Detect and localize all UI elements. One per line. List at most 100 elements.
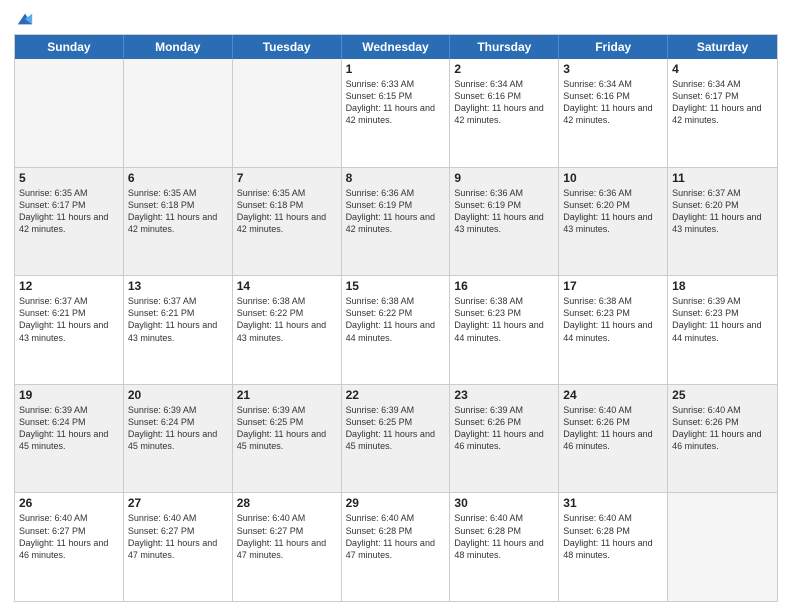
calendar-header-cell: Thursday	[450, 35, 559, 59]
day-info: Sunrise: 6:38 AMSunset: 6:22 PMDaylight:…	[346, 295, 446, 344]
logo-icon	[16, 10, 34, 28]
day-info: Sunrise: 6:40 AMSunset: 6:26 PMDaylight:…	[672, 404, 773, 453]
day-number: 12	[19, 279, 119, 293]
day-info: Sunrise: 6:36 AMSunset: 6:19 PMDaylight:…	[454, 187, 554, 236]
calendar-day-cell	[668, 493, 777, 601]
day-info: Sunrise: 6:38 AMSunset: 6:22 PMDaylight:…	[237, 295, 337, 344]
day-number: 8	[346, 171, 446, 185]
calendar-day-cell: 7 Sunrise: 6:35 AMSunset: 6:18 PMDaylight…	[233, 168, 342, 276]
day-number: 31	[563, 496, 663, 510]
day-info: Sunrise: 6:38 AMSunset: 6:23 PMDaylight:…	[563, 295, 663, 344]
day-number: 14	[237, 279, 337, 293]
calendar-day-cell: 8 Sunrise: 6:36 AMSunset: 6:19 PMDaylight…	[342, 168, 451, 276]
calendar-week-row: 1Sunrise: 6:33 AMSunset: 6:15 PMDaylight…	[15, 59, 777, 168]
day-info: Sunrise: 6:40 AMSunset: 6:27 PMDaylight:…	[237, 512, 337, 561]
header	[14, 10, 778, 28]
day-number: 2	[454, 62, 554, 76]
day-number: 17	[563, 279, 663, 293]
calendar-day-cell: 20 Sunrise: 6:39 AMSunset: 6:24 PMDayligh…	[124, 385, 233, 493]
day-info: Sunrise: 6:40 AMSunset: 6:26 PMDaylight:…	[563, 404, 663, 453]
calendar-header-cell: Friday	[559, 35, 668, 59]
day-info: Sunrise: 6:34 AMSunset: 6:16 PMDaylight:…	[454, 78, 554, 127]
calendar-header-cell: Saturday	[668, 35, 777, 59]
day-info: Sunrise: 6:37 AMSunset: 6:21 PMDaylight:…	[128, 295, 228, 344]
day-info: Sunrise: 6:36 AMSunset: 6:19 PMDaylight:…	[346, 187, 446, 236]
calendar-day-cell: 18 Sunrise: 6:39 AMSunset: 6:23 PMDayligh…	[668, 276, 777, 384]
calendar-day-cell: 14 Sunrise: 6:38 AMSunset: 6:22 PMDayligh…	[233, 276, 342, 384]
day-info: Sunrise: 6:37 AMSunset: 6:20 PMDaylight:…	[672, 187, 773, 236]
day-info: Sunrise: 6:40 AMSunset: 6:27 PMDaylight:…	[19, 512, 119, 561]
calendar-day-cell: 25Sunrise: 6:40 AMSunset: 6:26 PMDayligh…	[668, 385, 777, 493]
calendar-day-cell	[233, 59, 342, 167]
calendar-day-cell: 11 Sunrise: 6:37 AMSunset: 6:20 PMDayligh…	[668, 168, 777, 276]
calendar-day-cell: 10Sunrise: 6:36 AMSunset: 6:20 PMDayligh…	[559, 168, 668, 276]
calendar-day-cell: 30Sunrise: 6:40 AMSunset: 6:28 PMDayligh…	[450, 493, 559, 601]
calendar-day-cell: 3 Sunrise: 6:34 AMSunset: 6:16 PMDaylight…	[559, 59, 668, 167]
day-number: 13	[128, 279, 228, 293]
calendar-day-cell: 17 Sunrise: 6:38 AMSunset: 6:23 PMDayligh…	[559, 276, 668, 384]
calendar-day-cell: 23 Sunrise: 6:39 AMSunset: 6:26 PMDayligh…	[450, 385, 559, 493]
calendar-body: 1Sunrise: 6:33 AMSunset: 6:15 PMDaylight…	[15, 59, 777, 601]
day-number: 11	[672, 171, 773, 185]
day-number: 23	[454, 388, 554, 402]
day-info: Sunrise: 6:40 AMSunset: 6:28 PMDaylight:…	[563, 512, 663, 561]
day-info: Sunrise: 6:39 AMSunset: 6:25 PMDaylight:…	[237, 404, 337, 453]
day-info: Sunrise: 6:35 AMSunset: 6:17 PMDaylight:…	[19, 187, 119, 236]
page: SundayMondayTuesdayWednesdayThursdayFrid…	[0, 0, 792, 612]
day-info: Sunrise: 6:37 AMSunset: 6:21 PMDaylight:…	[19, 295, 119, 344]
calendar-day-cell: 15Sunrise: 6:38 AMSunset: 6:22 PMDayligh…	[342, 276, 451, 384]
day-number: 19	[19, 388, 119, 402]
calendar-day-cell: 26 Sunrise: 6:40 AMSunset: 6:27 PMDayligh…	[15, 493, 124, 601]
calendar-day-cell: 1Sunrise: 6:33 AMSunset: 6:15 PMDaylight…	[342, 59, 451, 167]
day-info: Sunrise: 6:35 AMSunset: 6:18 PMDaylight:…	[128, 187, 228, 236]
calendar-day-cell	[124, 59, 233, 167]
calendar-day-cell: 12 Sunrise: 6:37 AMSunset: 6:21 PMDayligh…	[15, 276, 124, 384]
day-number: 6	[128, 171, 228, 185]
day-number: 4	[672, 62, 773, 76]
day-info: Sunrise: 6:34 AMSunset: 6:17 PMDaylight:…	[672, 78, 773, 127]
calendar-day-cell: 6 Sunrise: 6:35 AMSunset: 6:18 PMDaylight…	[124, 168, 233, 276]
day-number: 22	[346, 388, 446, 402]
calendar-header-cell: Wednesday	[342, 35, 451, 59]
calendar-day-cell: 31 Sunrise: 6:40 AMSunset: 6:28 PMDayligh…	[559, 493, 668, 601]
day-number: 29	[346, 496, 446, 510]
day-info: Sunrise: 6:36 AMSunset: 6:20 PMDaylight:…	[563, 187, 663, 236]
calendar-day-cell: 4 Sunrise: 6:34 AMSunset: 6:17 PMDaylight…	[668, 59, 777, 167]
calendar-header-cell: Monday	[124, 35, 233, 59]
day-number: 16	[454, 279, 554, 293]
calendar-header-row: SundayMondayTuesdayWednesdayThursdayFrid…	[15, 35, 777, 59]
calendar-day-cell: 9Sunrise: 6:36 AMSunset: 6:19 PMDaylight…	[450, 168, 559, 276]
calendar-day-cell: 28 Sunrise: 6:40 AMSunset: 6:27 PMDayligh…	[233, 493, 342, 601]
calendar-day-cell: 2 Sunrise: 6:34 AMSunset: 6:16 PMDaylight…	[450, 59, 559, 167]
calendar-week-row: 19 Sunrise: 6:39 AMSunset: 6:24 PMDayligh…	[15, 385, 777, 494]
day-info: Sunrise: 6:34 AMSunset: 6:16 PMDaylight:…	[563, 78, 663, 127]
calendar-week-row: 12 Sunrise: 6:37 AMSunset: 6:21 PMDayligh…	[15, 276, 777, 385]
day-number: 3	[563, 62, 663, 76]
day-number: 26	[19, 496, 119, 510]
calendar-day-cell: 13 Sunrise: 6:37 AMSunset: 6:21 PMDayligh…	[124, 276, 233, 384]
day-number: 27	[128, 496, 228, 510]
calendar-day-cell: 5 Sunrise: 6:35 AMSunset: 6:17 PMDaylight…	[15, 168, 124, 276]
day-number: 18	[672, 279, 773, 293]
calendar-day-cell: 22 Sunrise: 6:39 AMSunset: 6:25 PMDayligh…	[342, 385, 451, 493]
calendar: SundayMondayTuesdayWednesdayThursdayFrid…	[14, 34, 778, 602]
calendar-day-cell	[15, 59, 124, 167]
day-number: 5	[19, 171, 119, 185]
day-info: Sunrise: 6:35 AMSunset: 6:18 PMDaylight:…	[237, 187, 337, 236]
calendar-day-cell: 21Sunrise: 6:39 AMSunset: 6:25 PMDayligh…	[233, 385, 342, 493]
day-number: 30	[454, 496, 554, 510]
calendar-day-cell: 19Sunrise: 6:39 AMSunset: 6:24 PMDayligh…	[15, 385, 124, 493]
day-number: 28	[237, 496, 337, 510]
day-info: Sunrise: 6:40 AMSunset: 6:28 PMDaylight:…	[346, 512, 446, 561]
day-info: Sunrise: 6:39 AMSunset: 6:25 PMDaylight:…	[346, 404, 446, 453]
day-number: 7	[237, 171, 337, 185]
calendar-day-cell: 24 Sunrise: 6:40 AMSunset: 6:26 PMDayligh…	[559, 385, 668, 493]
day-number: 20	[128, 388, 228, 402]
day-info: Sunrise: 6:40 AMSunset: 6:27 PMDaylight:…	[128, 512, 228, 561]
day-info: Sunrise: 6:39 AMSunset: 6:23 PMDaylight:…	[672, 295, 773, 344]
calendar-day-cell: 27 Sunrise: 6:40 AMSunset: 6:27 PMDayligh…	[124, 493, 233, 601]
day-info: Sunrise: 6:39 AMSunset: 6:24 PMDaylight:…	[128, 404, 228, 453]
calendar-week-row: 26 Sunrise: 6:40 AMSunset: 6:27 PMDayligh…	[15, 493, 777, 601]
day-number: 24	[563, 388, 663, 402]
day-info: Sunrise: 6:39 AMSunset: 6:26 PMDaylight:…	[454, 404, 554, 453]
